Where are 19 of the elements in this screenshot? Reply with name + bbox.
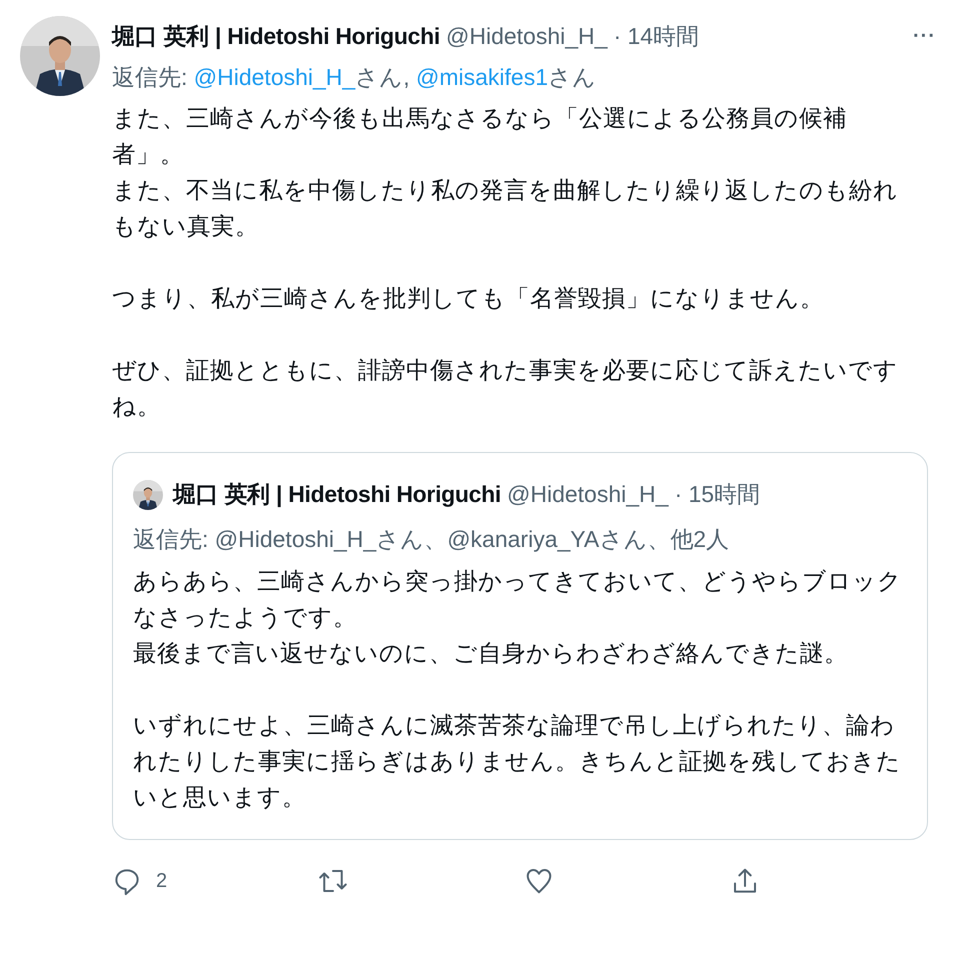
- quoted-tweet-card[interactable]: [112, 452, 928, 840]
- reply-count: 2: [156, 870, 168, 892]
- author-handle: @Hidetoshi_H_: [446, 22, 608, 50]
- tweet-text: また、三崎さんが今後も出馬なさるなら「公選による公務員の候補者」。: [112, 104, 848, 169]
- tweet-text: ぜひ、証拠とともに、誹謗中傷された事実を必要に応じて訴えたいですね。: [112, 356, 899, 421]
- quoted-text: いずれにせよ、三崎さんに滅茶苦茶な論理で吊し上げられたり、論われたりした事実に揺らぎはありません。きちんと証拠を残しておきたいと思います。: [133, 711, 902, 812]
- tweet-text: つまり、私が三崎さんを批判しても「名誉毀損」になりません。: [112, 284, 825, 313]
- more-icon[interactable]: ···: [913, 24, 936, 48]
- timestamp: · 15時間: [674, 480, 760, 509]
- timestamp[interactable]: · 14時間: [613, 20, 700, 52]
- reply-to-text: 返信先: @Hidetoshi_H_さん、@kanariya_YAさん、他2人: [133, 525, 730, 554]
- heart-icon[interactable]: [524, 866, 554, 896]
- author-name[interactable]: 堀口 英利 | Hidetoshi Horiguchi: [112, 20, 440, 52]
- reply-to-text: 返信先: @Hidetoshi_H_さん, @misakifes1さん: [112, 63, 597, 92]
- author-name: 堀口 英利 | Hidetoshi Horiguchi: [173, 480, 502, 510]
- tweet-text: また、不当に私を中傷したり私の発言を曲解したり繰り返したのも紛れもない真実。: [112, 176, 899, 241]
- author-handle: @Hidetoshi_H_: [507, 481, 668, 508]
- quoted-text: あらあら、三崎さんから突っ掛かってきておいて、どうやらブロックなさったようです。: [133, 567, 903, 632]
- quoted-text: 最後まで言い返せないのに、ご自身からわざわざ絡んできた謎。: [133, 639, 849, 668]
